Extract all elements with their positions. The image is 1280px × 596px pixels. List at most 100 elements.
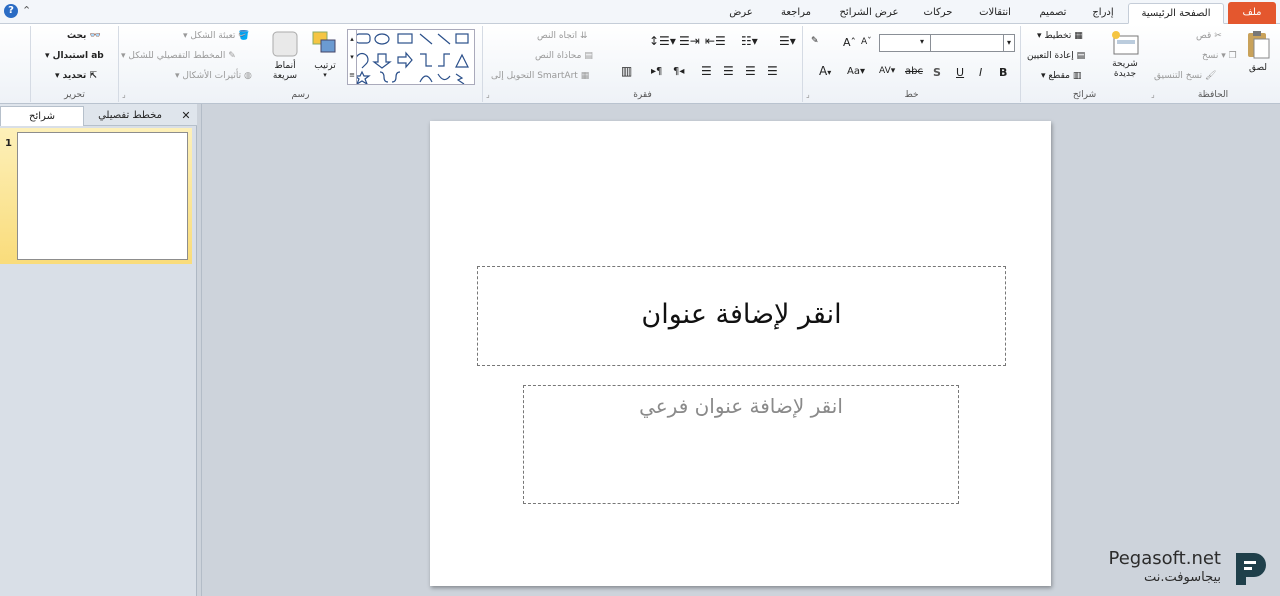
find-button[interactable]: بحث 👓 bbox=[67, 31, 101, 41]
tab-slide-show[interactable]: عرض الشرائح bbox=[828, 3, 910, 24]
brush-icon: 🖌 bbox=[1205, 71, 1217, 81]
ltr-icon[interactable]: ▸¶ bbox=[651, 66, 662, 77]
align-right-icon[interactable]: ☰ bbox=[767, 64, 778, 78]
reset-icon: ▤ bbox=[1076, 51, 1086, 61]
shapes-scroll[interactable]: ▴ ▾ ≡ bbox=[347, 29, 357, 85]
shapes-icon bbox=[353, 33, 469, 86]
shrink-font-label: A bbox=[861, 37, 868, 47]
grow-font-button[interactable]: Aˆ bbox=[843, 36, 856, 49]
shadow-button[interactable]: S bbox=[933, 66, 941, 79]
close-icon[interactable]: ✕ bbox=[176, 106, 196, 126]
align-text-button[interactable]: محاذاة النص ▤ bbox=[535, 51, 593, 61]
ribbon: لصق قص ✂ نسخ ▾ ❐ نسخ التنسيق 🖌 الحافظة ⌟… bbox=[0, 24, 1280, 104]
reset-button[interactable]: إعادة التعيين ▤ bbox=[1027, 51, 1085, 61]
select-button[interactable]: ▾ تحديد ⇱ bbox=[55, 71, 97, 81]
ribbon-tab-bar: ? ⌃ ملف الصفحة الرئيسية إدراج تصميم انتق… bbox=[0, 0, 1280, 24]
dialog-launcher-icon[interactable]: ⌟ bbox=[1151, 90, 1155, 99]
shape-fill-label: تعبئة الشكل bbox=[190, 31, 236, 41]
font-color-button[interactable]: A▾ bbox=[819, 64, 831, 78]
title-placeholder[interactable]: انقر لإضافة عنوان bbox=[477, 266, 1006, 366]
bullets-icon[interactable]: ☰▾ bbox=[779, 34, 796, 48]
section-label: مقطع bbox=[1048, 71, 1070, 81]
format-painter-label: نسخ التنسيق bbox=[1154, 71, 1203, 81]
copy-button[interactable]: نسخ ▾ ❐ bbox=[1202, 51, 1237, 61]
font-group-label: خط bbox=[904, 90, 919, 100]
new-slide-button[interactable]: شريحة جديدة bbox=[1103, 30, 1147, 79]
text-direction-icon: ⇊ bbox=[580, 31, 588, 41]
tab-design[interactable]: تصميم bbox=[1028, 3, 1078, 24]
subtitle-placeholder[interactable]: انقر لإضافة عنوان فرعي bbox=[523, 385, 959, 504]
arrange-label: ترتيب bbox=[314, 61, 336, 71]
drawing-dialog-launcher-icon[interactable]: ⌟ bbox=[122, 90, 126, 99]
shape-effects-button[interactable]: ▾ تأثيرات الأشكال ◍ bbox=[175, 71, 252, 81]
strikethrough-button[interactable]: abc bbox=[905, 66, 923, 77]
replace-label: استبدال bbox=[52, 51, 89, 61]
font-dialog-launcher-icon[interactable]: ⌟ bbox=[806, 90, 810, 99]
quick-styles-label: أنماط سريعة bbox=[272, 61, 298, 81]
decrease-indent-icon[interactable]: ⇤☰ bbox=[705, 34, 726, 48]
font-size-box[interactable]: ▾ bbox=[879, 34, 931, 52]
copy-icon: ❐ bbox=[1228, 51, 1237, 61]
section-button[interactable]: ▾ مقطع ▥ bbox=[1041, 71, 1081, 81]
columns-icon[interactable]: ▥ bbox=[621, 64, 632, 78]
bold-button[interactable]: B bbox=[999, 66, 1007, 79]
powerpoint-window: ? ⌃ ملف الصفحة الرئيسية إدراج تصميم انتق… bbox=[0, 0, 1280, 596]
increase-indent-icon[interactable]: ☰⇥ bbox=[679, 34, 700, 48]
text-direction-button[interactable]: اتجاه النص ⇊ bbox=[537, 31, 588, 41]
line-spacing-icon[interactable]: ↕☰▾ bbox=[649, 34, 676, 48]
clear-format-icon[interactable]: ✎ bbox=[811, 36, 819, 46]
tab-insert[interactable]: إدراج bbox=[1082, 3, 1124, 24]
shapes-gallery[interactable] bbox=[349, 29, 475, 86]
replace-button[interactable]: ▾ استبدال ab bbox=[45, 51, 104, 61]
arrange-icon bbox=[312, 31, 336, 53]
help-icon[interactable]: ? bbox=[4, 4, 18, 18]
shape-outline-label: المخطط التفصيلي للشكل bbox=[128, 51, 226, 61]
section-icon: ▥ bbox=[1072, 71, 1082, 81]
tab-transitions[interactable]: انتقالات bbox=[966, 3, 1024, 24]
tab-view[interactable]: عرض bbox=[718, 3, 764, 24]
align-text-label: محاذاة النص bbox=[535, 51, 582, 61]
slides-panel: شرائح مخطط تفصيلي ✕ 1 bbox=[0, 104, 197, 596]
align-center-icon[interactable]: ☰ bbox=[745, 64, 756, 78]
paragraph-dialog-launcher-icon[interactable]: ⌟ bbox=[486, 90, 490, 99]
char-spacing-button[interactable]: AV▾ bbox=[879, 66, 895, 76]
replace-icon: ab bbox=[91, 51, 104, 61]
shrink-font-button[interactable]: Aˇ bbox=[861, 37, 872, 47]
cut-button[interactable]: قص ✂ bbox=[1196, 31, 1222, 41]
paragraph-group-label: فقرة bbox=[633, 90, 652, 100]
tab-review[interactable]: مراجعة bbox=[768, 3, 824, 24]
effects-icon: ◍ bbox=[243, 71, 252, 81]
shape-fill-button[interactable]: ▾ تعبئة الشكل 🪣 bbox=[183, 31, 250, 41]
font-name-dropdown[interactable]: ▾ bbox=[1003, 34, 1015, 52]
tab-home[interactable]: الصفحة الرئيسية bbox=[1128, 3, 1224, 24]
format-painter-button[interactable]: نسخ التنسيق 🖌 bbox=[1154, 71, 1216, 81]
smartart-button[interactable]: التحويل إلى SmartArt ▦ bbox=[491, 71, 589, 81]
underline-button[interactable]: U bbox=[956, 66, 964, 79]
shape-outline-button[interactable]: ▾ المخطط التفصيلي للشكل ✎ bbox=[121, 51, 236, 61]
align-text-icon: ▤ bbox=[584, 51, 593, 61]
change-case-button[interactable]: Aa▾ bbox=[847, 66, 865, 77]
tab-slides-pane[interactable]: شرائح bbox=[0, 106, 84, 126]
tab-file[interactable]: ملف bbox=[1228, 2, 1276, 24]
minimize-ribbon-icon[interactable]: ⌃ bbox=[22, 4, 31, 17]
justify-icon[interactable]: ☰ bbox=[701, 64, 712, 78]
smartart-icon: ▦ bbox=[580, 71, 590, 81]
quick-styles-button[interactable]: أنماط سريعة bbox=[265, 30, 305, 81]
layout-button[interactable]: ▾ تخطيط ▦ bbox=[1037, 31, 1083, 41]
slide: انقر لإضافة عنوان انقر لإضافة عنوان فرعي bbox=[430, 121, 1051, 586]
panel-tabs: شرائح مخطط تفصيلي ✕ bbox=[0, 104, 197, 126]
watermark-text: Pegasoft.net bbox=[1108, 548, 1221, 569]
slides-group: شريحة جديدة ▾ تخطيط ▦ إعادة التعيين ▤ ▾ … bbox=[1020, 26, 1148, 102]
arrange-button[interactable]: ترتيب ▾ bbox=[307, 30, 343, 79]
rtl-icon[interactable]: ¶◂ bbox=[673, 66, 684, 77]
italic-button[interactable]: I bbox=[979, 66, 982, 79]
slide-thumbnail-selected[interactable]: 1 bbox=[0, 128, 192, 264]
numbering-icon[interactable]: ☷▾ bbox=[741, 34, 758, 48]
scissors-icon: ✂ bbox=[1214, 31, 1222, 41]
tab-outline-pane[interactable]: مخطط تفصيلي bbox=[86, 106, 174, 126]
tab-animations[interactable]: حركات bbox=[914, 3, 962, 24]
paste-button[interactable]: لصق bbox=[1240, 30, 1276, 73]
drawing-group-label: رسم bbox=[291, 90, 310, 100]
slide-thumbnail[interactable] bbox=[17, 132, 188, 260]
align-left-icon[interactable]: ☰ bbox=[723, 64, 734, 78]
